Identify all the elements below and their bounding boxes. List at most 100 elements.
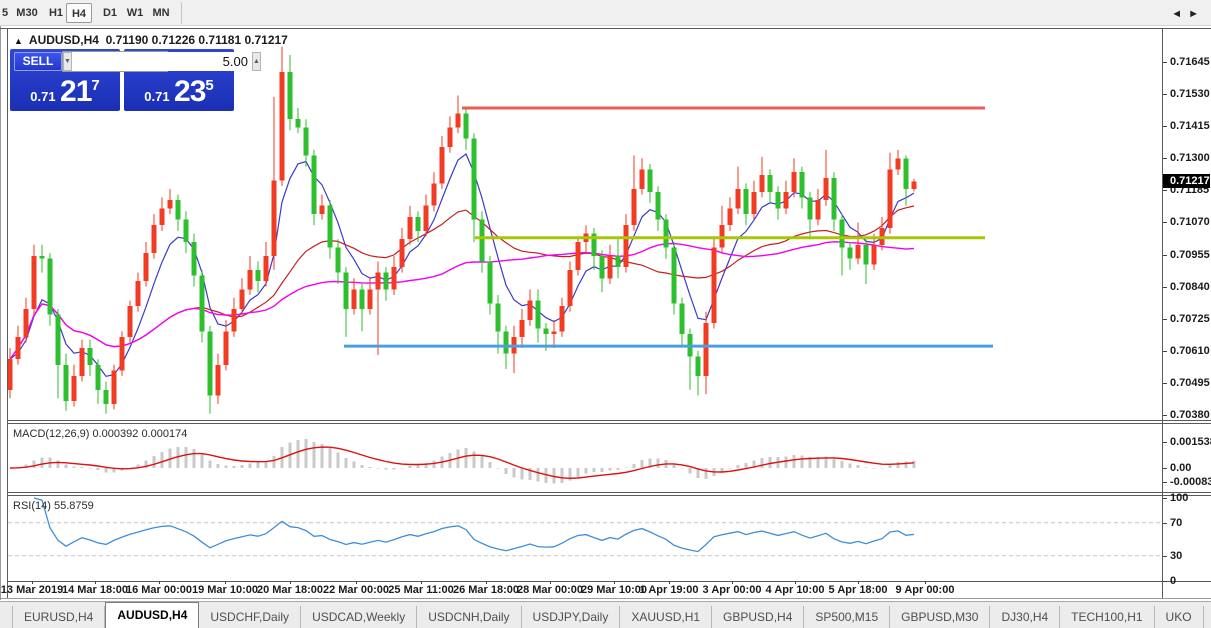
macd-histogram-bar: [832, 458, 836, 468]
time-axis-label: 20 Mar 18:00: [256, 584, 324, 596]
macd-histogram-bar: [416, 464, 420, 468]
macd-histogram-bar: [792, 454, 796, 468]
candle-down: [767, 175, 773, 192]
candle-up: [319, 205, 325, 215]
candle-up: [31, 255, 37, 309]
price-axis-tick: 0.70840: [1163, 281, 1211, 293]
candle-up: [815, 200, 821, 220]
macd-histogram-bar: [248, 463, 252, 468]
candle-down: [471, 138, 477, 220]
timeframe-button-mn[interactable]: MN: [147, 3, 175, 23]
timeframe-button-5[interactable]: 5: [0, 3, 10, 23]
chart-tab-dj30-h4[interactable]: DJ30,H4: [990, 606, 1061, 628]
timeframe-button-d1[interactable]: D1: [97, 3, 123, 23]
chart-tab-gbpusd-m30[interactable]: GBPUSD,M30: [890, 606, 991, 628]
rsi-axis-tick: 30: [1163, 550, 1211, 562]
macd-histogram-bar: [336, 452, 340, 468]
candle-down: [335, 247, 341, 273]
macd-axis-tick: -0.000835: [1163, 476, 1211, 488]
candle-down: [503, 331, 509, 354]
candle-down: [87, 348, 93, 365]
candle-up: [127, 306, 133, 337]
volume-increase-icon[interactable]: ▲: [251, 52, 261, 71]
timeframe-button-h4[interactable]: H4: [66, 3, 92, 23]
chart-tab-sp500-m15[interactable]: SP500,M15: [804, 606, 891, 628]
macd-histogram-bar: [912, 460, 916, 468]
time-axis-label: 19 Mar 10:00: [191, 584, 259, 596]
time-axis-label: 16 Mar 00:00: [125, 584, 193, 596]
candle-down: [359, 289, 365, 309]
candle-up: [791, 172, 797, 192]
candle-down: [311, 155, 317, 215]
candle-down: [663, 219, 669, 248]
main-pane-bottom-border: [8, 420, 1211, 421]
chart-tab-usdjpy-daily[interactable]: USDJPY,Daily: [522, 606, 621, 628]
volume-input[interactable]: [71, 52, 252, 71]
macd-histogram-bar: [800, 455, 804, 468]
macd-histogram-bar: [80, 466, 84, 468]
timeframe-toolbar: 5 M30 H1 H4 D1 W1 MN: [0, 0, 1211, 26]
candle-down: [647, 169, 653, 192]
macd-histogram-bar: [312, 441, 316, 468]
time-axis-tick: [925, 581, 926, 584]
macd-histogram-bar: [504, 468, 508, 474]
candle-up: [399, 239, 405, 268]
candle-down: [831, 177, 837, 220]
macd-histogram-bar: [872, 468, 876, 469]
main-price-chart[interactable]: [8, 29, 1162, 420]
time-axis-label: 28 Mar 00:00: [516, 584, 584, 596]
macd-histogram-bar: [400, 468, 404, 469]
tab-scroll-left-icon[interactable]: ◄: [1171, 8, 1188, 20]
candle-down: [743, 188, 749, 215]
macd-histogram-bar: [408, 465, 412, 468]
candle-up: [439, 147, 445, 184]
macd-histogram-bar: [216, 464, 220, 468]
candle-up: [567, 269, 573, 307]
macd-histogram-bar: [240, 464, 244, 468]
macd-histogram-bar: [680, 468, 684, 469]
price-axis[interactable]: 0.71645 0.71530 0.71415 0.71300 0.71185 0.710…: [1163, 29, 1211, 597]
chart-tab-audusd-h4[interactable]: AUDUSD,H4: [105, 602, 200, 628]
chart-tab-usdchf-daily[interactable]: USDCHF,Daily: [199, 606, 302, 628]
time-axis-tick: [486, 581, 487, 584]
candle-up: [895, 158, 901, 170]
time-axis-label: 9 Apr 00:00: [895, 584, 955, 596]
time-axis-tick: [795, 581, 796, 584]
mdi-left-edge: [0, 26, 1, 600]
candle-down: [55, 314, 61, 365]
macd-histogram-bar: [512, 468, 516, 478]
candle-up: [431, 183, 437, 206]
candle-down: [775, 191, 781, 209]
chart-tab-xauusd-h1[interactable]: XAUUSD,H1: [620, 606, 713, 628]
macd-histogram-bar: [904, 461, 908, 468]
candle-up: [167, 200, 173, 209]
macd-histogram-bar: [384, 468, 388, 470]
time-axis[interactable]: 13 Mar 2019 14 Mar 18:00 16 Mar 00:00 19 Ma…: [1, 581, 1162, 598]
candle-up: [111, 370, 117, 404]
tab-scroll-right-icon[interactable]: ►: [1188, 8, 1205, 20]
timeframe-button-m30[interactable]: M30: [12, 3, 42, 23]
chart-tab-tech100-h1[interactable]: TECH100,H1: [1060, 606, 1155, 628]
rsi-value: 55.8759: [53, 500, 94, 512]
timeframe-button-w1[interactable]: W1: [122, 3, 148, 23]
chart-tab-usdcnh-daily[interactable]: USDCNH,Daily: [417, 606, 522, 628]
macd-histogram-bar: [304, 439, 308, 468]
chart-tab-eurusd-h4[interactable]: EURUSD,H4: [12, 606, 106, 628]
macd-histogram-bar: [656, 458, 660, 468]
sell-button[interactable]: SELL: [14, 52, 62, 71]
chart-tab-usdcad-weekly[interactable]: USDCAD,Weekly: [301, 606, 418, 628]
candle-up: [375, 272, 381, 290]
time-axis-tick: [614, 581, 615, 584]
timeframe-button-h1[interactable]: H1: [44, 3, 68, 23]
chart-tab-uko[interactable]: UKO: [1155, 606, 1204, 628]
time-axis-tick: [858, 581, 859, 584]
time-axis-tick: [32, 581, 33, 584]
time-axis-tick: [159, 581, 160, 584]
candle-up: [247, 269, 253, 290]
tab-scroll-arrows: ◄►: [1171, 8, 1205, 20]
chart-tab-gbpusd-h4[interactable]: GBPUSD,H4: [712, 606, 805, 628]
candle-up: [551, 331, 557, 335]
price-axis-tick: 0.71070: [1163, 216, 1211, 228]
volume-decrease-icon[interactable]: ▼: [63, 52, 72, 71]
candle-up: [351, 289, 357, 309]
